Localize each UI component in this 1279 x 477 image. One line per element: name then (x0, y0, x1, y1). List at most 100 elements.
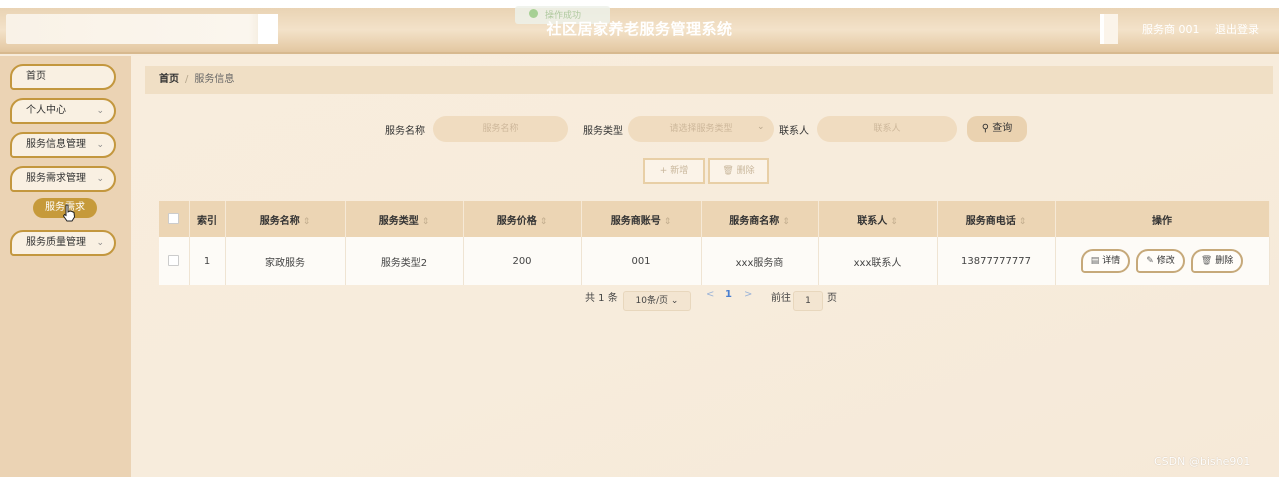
sidebar-item-label: 首页 (26, 71, 46, 82)
page-number-current[interactable]: 1 (725, 289, 732, 300)
column-header-contact[interactable]: 联系人 ⇕ (818, 201, 938, 237)
goto-label: 前往 (771, 293, 791, 304)
sidebar-item-label: 服务质量管理 (26, 237, 86, 248)
pagination-total: 共 1 条 (585, 293, 618, 304)
select-all-cell[interactable] (159, 201, 190, 237)
breadcrumb-separator: / (185, 74, 189, 85)
contact-input[interactable]: 联系人 (817, 116, 957, 142)
sort-icon[interactable]: ⇕ (540, 217, 548, 227)
cell-operations: ▤ 详情 ✎ 修改 🗑 删除 (1055, 237, 1270, 285)
column-header-label: 服务商名称 (729, 215, 780, 227)
chevron-down-icon: ⌄ (670, 296, 679, 306)
column-header-label: 服务商电话 (965, 215, 1016, 227)
service-table: 索引 服务名称 ⇕ 服务类型 ⇕ 服务价格 ⇕ 服务商账号 ⇕ 服务商名称 ⇕ 联系人 ⇕ … (159, 201, 1270, 285)
main-content: 首页 / 服务信息 服务名称 服务名称 服务类型 请选择服务类型 ⌄ 联系人 联系人… (131, 56, 1279, 477)
cell-provider-account: 001 (581, 237, 702, 285)
service-type-select[interactable]: 请选择服务类型 (628, 116, 774, 142)
column-header-provider-name[interactable]: 服务商名称 ⇕ (701, 201, 819, 237)
sort-icon[interactable]: ⇕ (422, 217, 430, 227)
page-suffix: 页 (827, 293, 837, 304)
detail-button-label: 详情 (1102, 256, 1121, 266)
service-type-label: 服务类型 (583, 126, 623, 137)
service-name-input[interactable]: 服务名称 (433, 116, 568, 142)
row-checkbox[interactable] (168, 255, 180, 267)
app-title: 社区居家养老服务管理系统 (546, 20, 733, 38)
delete-button-label: 删除 (1215, 256, 1234, 266)
sidebar-item-service-quality[interactable]: 服务质量管理 ⌄ (10, 230, 116, 256)
column-header-index: 索引 (189, 201, 226, 237)
add-button[interactable]: + 新增 (643, 158, 705, 184)
watermark: CSDN @bishe901 (1154, 455, 1251, 468)
column-header-operations: 操作 (1055, 201, 1270, 237)
trash-icon: 🗑 (1200, 256, 1213, 266)
document-icon: ▤ (1090, 256, 1100, 266)
page-size-select[interactable]: 10条/页 ⌄ (623, 291, 691, 311)
query-button-label: 查询 (992, 123, 1013, 134)
edit-button[interactable]: ✎ 修改 (1136, 249, 1185, 273)
column-header-phone[interactable]: 服务商电话 ⇕ (937, 201, 1056, 237)
select-all-checkbox[interactable] (168, 213, 180, 225)
contact-label: 联系人 (779, 126, 809, 137)
column-header-price[interactable]: 服务价格 ⇕ (463, 201, 582, 237)
sidebar-item-service-info[interactable]: 服务信息管理 ⌄ (10, 132, 116, 158)
header-right-cap (1100, 14, 1118, 44)
row-select-cell[interactable] (159, 237, 190, 285)
page-size-value: 10条/页 (635, 296, 669, 306)
breadcrumb: 首页 / 服务信息 (145, 66, 1273, 94)
cell-contact: xxx联系人 (818, 237, 938, 285)
cell-index: 1 (189, 237, 226, 285)
sidebar-item-personal-center[interactable]: 个人中心 ⌄ (10, 98, 116, 124)
table-header-row: 索引 服务名称 ⇕ 服务类型 ⇕ 服务价格 ⇕ 服务商账号 ⇕ 服务商名称 ⇕ 联系人 ⇕ … (159, 201, 1270, 237)
sort-icon[interactable]: ⇕ (303, 217, 311, 227)
batch-delete-button[interactable]: 🗑 删除 (708, 158, 769, 184)
sidebar-item-service-demand[interactable]: 服务需求管理 ⌄ (10, 166, 116, 192)
column-header-label: 服务商账号 (610, 215, 661, 227)
column-header-label: 服务名称 (259, 215, 300, 227)
cell-provider-name: xxx服务商 (701, 237, 819, 285)
goto-page-input[interactable]: 1 (793, 291, 823, 311)
sort-icon[interactable]: ⇕ (890, 217, 898, 227)
cell-service-type: 服务类型2 (345, 237, 464, 285)
column-header-label: 服务类型 (378, 215, 419, 227)
sidebar-item-label: 服务信息管理 (26, 139, 86, 150)
service-type-placeholder: 请选择服务类型 (669, 124, 733, 134)
column-header-service-type[interactable]: 服务类型 ⇕ (345, 201, 464, 237)
sidebar-item-label: 服务需求管理 (26, 173, 86, 184)
sort-icon[interactable]: ⇕ (782, 217, 790, 227)
search-icon: ⚲ (981, 123, 990, 134)
chevron-down-icon: ⌄ (96, 140, 104, 150)
trash-icon: 🗑 (722, 166, 734, 176)
column-header-label: 联系人 (857, 215, 888, 227)
pencil-icon: ✎ (1146, 256, 1154, 266)
batch-delete-label: 删除 (736, 166, 755, 176)
breadcrumb-current: 服务信息 (194, 74, 235, 85)
cell-service-name: 家政服务 (225, 237, 346, 285)
column-header-provider-account[interactable]: 服务商账号 ⇕ (581, 201, 702, 237)
cell-phone: 13877777777 (937, 237, 1056, 285)
hand-cursor-icon (62, 204, 76, 222)
chevron-down-icon: ⌄ (96, 238, 104, 248)
chevron-down-icon: ⌄ (96, 106, 104, 116)
current-user: 服务商 001 (1142, 23, 1200, 36)
top-header: 操作成功 社区居家养老服务管理系统 服务商 001 退出登录 (0, 0, 1279, 54)
sidebar-item-home[interactable]: 首页 (10, 64, 116, 90)
cell-price: 200 (463, 237, 582, 285)
sidebar: 首页 个人中心 ⌄ 服务信息管理 ⌄ 服务需求管理 ⌄ 服务需求 服务质量管理 … (0, 56, 131, 477)
detail-button[interactable]: ▤ 详情 (1080, 249, 1131, 273)
service-name-label: 服务名称 (385, 126, 425, 137)
sidebar-item-label: 个人中心 (26, 105, 66, 116)
prev-page-button[interactable]: < (706, 289, 714, 300)
table-row: 1 家政服务 服务类型2 200 001 xxx服务商 xxx联系人 13877… (159, 237, 1270, 285)
chevron-down-icon: ⌄ (96, 174, 104, 184)
breadcrumb-home[interactable]: 首页 (159, 74, 179, 85)
edit-button-label: 修改 (1156, 256, 1175, 266)
query-button[interactable]: ⚲ 查询 (967, 116, 1027, 142)
next-page-button[interactable]: > (744, 289, 752, 300)
chevron-down-icon: ⌄ (757, 122, 765, 132)
column-header-service-name[interactable]: 服务名称 ⇕ (225, 201, 346, 237)
column-header-label: 服务价格 (496, 215, 537, 227)
sort-icon[interactable]: ⇕ (664, 217, 672, 227)
sort-icon[interactable]: ⇕ (1019, 217, 1027, 227)
delete-button[interactable]: 🗑 删除 (1190, 249, 1244, 273)
logout-link[interactable]: 退出登录 (1215, 21, 1259, 37)
